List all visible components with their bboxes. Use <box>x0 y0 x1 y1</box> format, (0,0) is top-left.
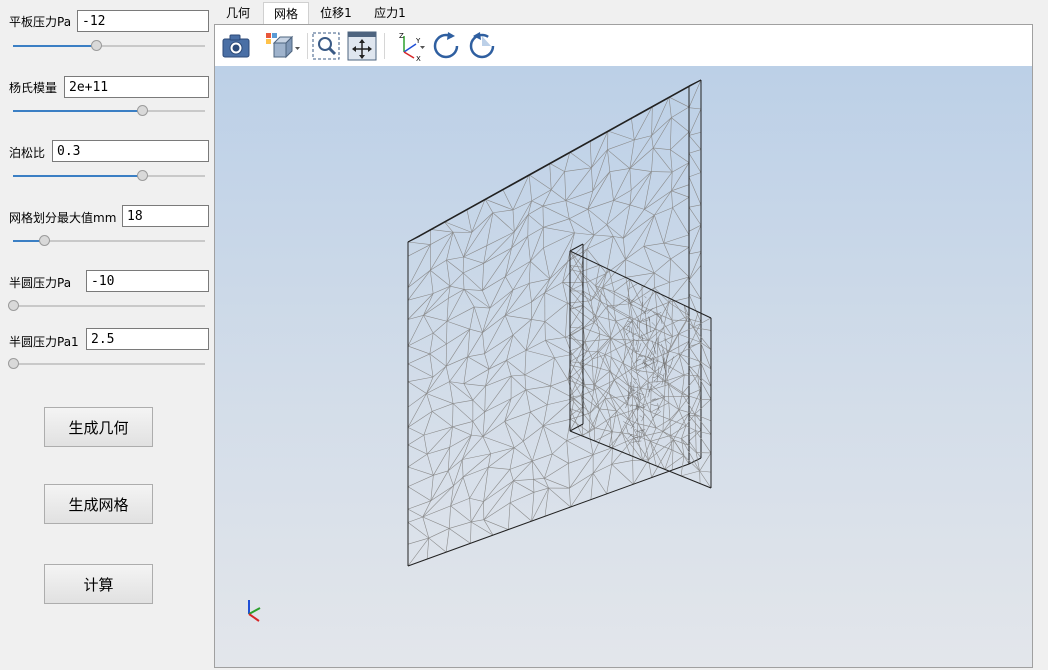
youngs-modulus-label: 杨氏模量 <box>9 81 58 95</box>
compute-button[interactable]: 计算 <box>44 564 153 604</box>
poisson-ratio-label: 泊松比 <box>9 146 46 160</box>
tab-geometry[interactable]: 几何 <box>216 2 260 24</box>
slider-thumb[interactable] <box>136 105 148 116</box>
generate-geometry-button[interactable]: 生成几何 <box>44 407 153 447</box>
tab-displacement1[interactable]: 位移1 <box>312 2 360 24</box>
mesh-max-size-slider[interactable] <box>13 235 205 247</box>
axis-orientation-icon <box>248 600 261 622</box>
slider-thumb[interactable] <box>38 235 50 246</box>
viewer-scroll-gutter <box>1033 24 1048 670</box>
semicircle-pressure1-label: 半圆压力Pa1 <box>9 335 79 349</box>
rotate-cw-icon[interactable] <box>430 30 462 62</box>
camera-icon[interactable] <box>220 30 252 62</box>
semicircle-pressure1-input[interactable] <box>86 328 209 350</box>
semicircle-pressure-input[interactable] <box>86 270 209 292</box>
generate-mesh-button[interactable]: 生成网格 <box>44 484 153 524</box>
fit-all-icon[interactable] <box>346 30 378 62</box>
semicircle-pressure-label: 半圆压力Pa <box>9 276 72 290</box>
svg-text:Y: Y <box>415 37 421 45</box>
toolbar-separator <box>307 33 308 59</box>
toolbar-separator <box>384 33 385 59</box>
svg-text:X: X <box>416 55 421 62</box>
zoom-box-icon[interactable] <box>310 30 342 62</box>
youngs-modulus-slider[interactable] <box>13 105 205 117</box>
svg-text:Z: Z <box>399 32 404 40</box>
youngs-modulus-input[interactable] <box>64 76 209 98</box>
mesh-max-size-input[interactable] <box>122 205 209 227</box>
poisson-ratio-input[interactable] <box>52 140 209 162</box>
tab-stress1[interactable]: 应力1 <box>364 2 416 24</box>
poisson-ratio-slider[interactable] <box>13 170 205 182</box>
slider-thumb[interactable] <box>90 40 102 51</box>
plate-pressure-slider[interactable] <box>13 40 205 52</box>
view-cube-icon[interactable] <box>263 30 303 62</box>
3d-viewport[interactable] <box>215 66 1032 667</box>
rotate-ccw-icon[interactable] <box>466 30 498 62</box>
tab-mesh[interactable]: 网格 <box>263 2 309 26</box>
slider-thumb[interactable] <box>8 300 19 311</box>
slider-thumb[interactable] <box>136 170 148 181</box>
plate-pressure-label: 平板压力Pa <box>9 15 72 29</box>
slider-thumb[interactable] <box>8 358 19 369</box>
mesh-max-size-label: 网格划分最大值mm <box>9 211 117 225</box>
plate-pressure-input[interactable] <box>77 10 209 32</box>
viewer-toolbar: Z Y X <box>215 25 1032 66</box>
semicircle-pressure1-slider[interactable] <box>8 358 205 370</box>
semicircle-pressure-slider[interactable] <box>8 300 205 312</box>
mesh-wireframe <box>407 79 712 567</box>
axis-triad-icon[interactable]: Z Y X <box>391 30 427 62</box>
